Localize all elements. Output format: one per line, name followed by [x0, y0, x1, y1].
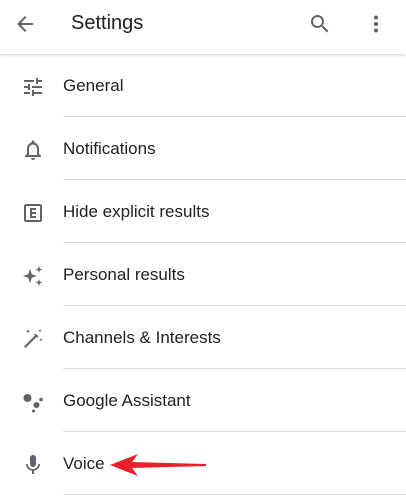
settings-item-label: Personal results — [63, 265, 185, 284]
magic-wand-icon — [18, 324, 48, 354]
settings-item-label: Notifications — [63, 139, 156, 158]
explicit-icon — [18, 198, 48, 228]
bell-icon — [18, 135, 48, 165]
settings-item-label: Channels & Interests — [63, 328, 221, 347]
settings-item-label: Voice — [63, 454, 105, 473]
settings-item-google-assistant[interactable]: Google Assistant — [0, 369, 406, 432]
back-button[interactable] — [10, 9, 40, 39]
more-options-button[interactable] — [361, 9, 391, 39]
settings-item-general[interactable]: General — [0, 54, 406, 117]
search-button[interactable] — [305, 9, 335, 39]
settings-item-hide-explicit-results[interactable]: Hide explicit results — [0, 180, 406, 243]
arrow-shape — [110, 454, 206, 476]
settings-list: General Notifications Hide explicit resu… — [0, 54, 406, 495]
settings-item-label: Google Assistant — [63, 391, 191, 410]
divider — [63, 494, 406, 495]
page-title: Settings — [71, 12, 144, 34]
settings-item-label: General — [63, 76, 124, 95]
settings-item-notifications[interactable]: Notifications — [0, 117, 406, 180]
more-vert-icon — [374, 15, 378, 33]
settings-item-personal-results[interactable]: Personal results — [0, 243, 406, 306]
arrow-back-icon — [17, 16, 33, 32]
app-bar: Settings — [0, 0, 406, 54]
search-icon — [311, 15, 329, 33]
sparkle-icon — [18, 261, 48, 291]
settings-item-channels-interests[interactable]: Channels & Interests — [0, 306, 406, 369]
settings-item-label: Hide explicit results — [63, 202, 210, 221]
red-arrow-annotation — [110, 454, 206, 476]
assistant-dots-icon — [18, 387, 48, 417]
tune-sliders-icon — [18, 72, 48, 102]
microphone-icon — [18, 450, 48, 480]
